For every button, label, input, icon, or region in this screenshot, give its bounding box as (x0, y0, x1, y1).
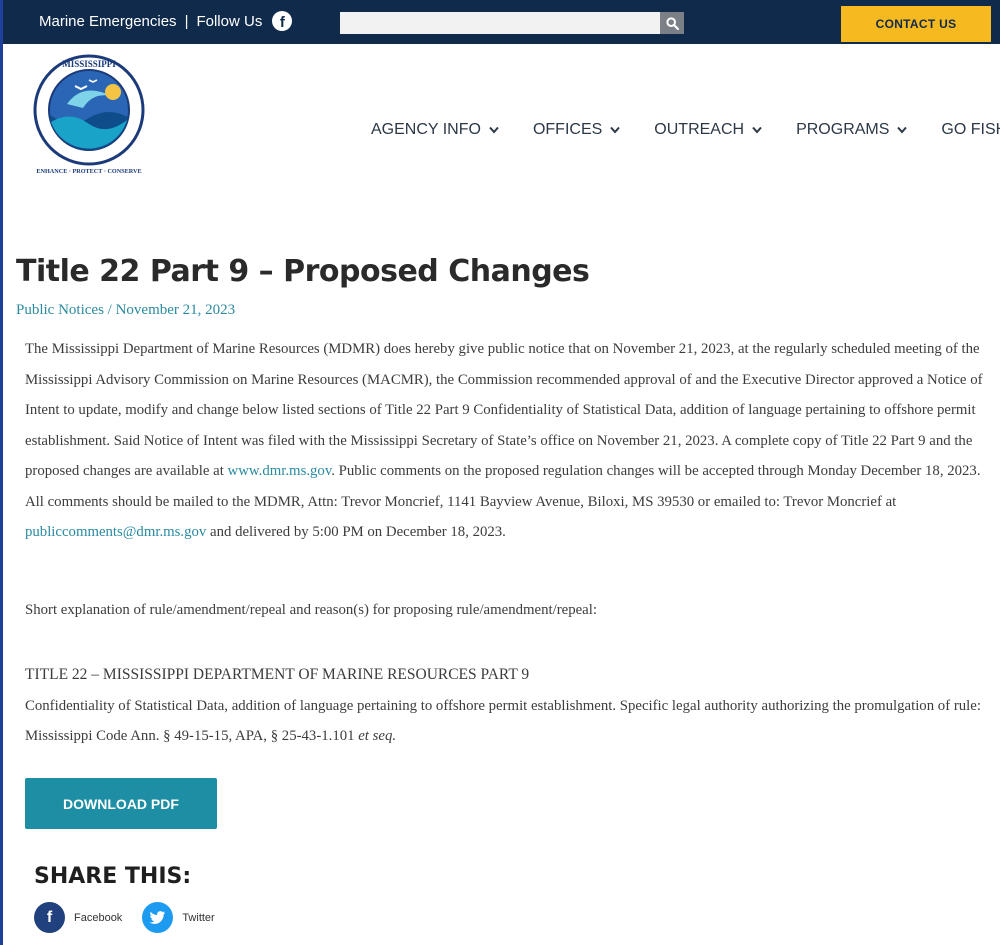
nav-label: PROGRAMS (796, 121, 890, 138)
separator: | (184, 12, 189, 30)
share-buttons: f Facebook Twitter (34, 902, 225, 933)
paragraph-text: The Mississippi Department of Marine Res… (25, 341, 983, 479)
nav-go-fishing[interactable]: GO FISHING (941, 121, 1000, 139)
dmr-website-link[interactable]: www.dmr.ms.gov (228, 463, 332, 479)
paragraph-text: and delivered by 5:00 PM on December 18,… (206, 524, 506, 540)
facebook-icon: f (34, 902, 65, 933)
rule-body: Confidentiality of Statistical Data, add… (25, 691, 993, 752)
meta-separator: / (103, 302, 116, 318)
category-link[interactable]: Public Notices (16, 302, 104, 318)
rule-text: Confidentiality of Statistical Data, add… (25, 697, 981, 745)
dmr-logo[interactable]: MISSISSIPPI ENHANCE · PROTECT · CONSERVE (23, 52, 163, 177)
nav-outreach[interactable]: OUTREACH (654, 121, 762, 139)
top-bar-left: Marine Emergencies | Follow Us f (39, 11, 293, 31)
top-bar: Marine Emergencies | Follow Us f CONTACT… (3, 0, 1000, 44)
search-button[interactable] (660, 12, 684, 34)
main-nav: AGENCY INFO OFFICES OUTREACH PROGRAMS GO… (371, 121, 1000, 139)
share-title: SHARE THIS: (34, 864, 192, 889)
page-title: Title 22 Part 9 – Proposed Changes (16, 254, 590, 289)
post-date[interactable]: November 21, 2023 (116, 302, 236, 318)
public-comments-email-link[interactable]: publiccomments@dmr.ms.gov (25, 524, 206, 540)
download-pdf-button[interactable]: DOWNLOAD PDF (25, 778, 217, 829)
nav-programs[interactable]: PROGRAMS (796, 121, 908, 139)
share-label: Facebook (74, 911, 123, 924)
nav-offices[interactable]: OFFICES (532, 121, 621, 139)
nav-label: OFFICES (532, 121, 603, 138)
share-label: Twitter (182, 911, 215, 924)
chevron-down-icon (610, 126, 621, 134)
search-icon (665, 16, 679, 30)
share-twitter-button[interactable]: Twitter (142, 902, 215, 933)
rule-title: TITLE 22 – MISSISSIPPI DEPARTMENT OF MAR… (25, 666, 530, 683)
logo-tagline: ENHANCE · PROTECT · CONSERVE (36, 168, 141, 175)
explanation-heading: Short explanation of rule/amendment/repe… (25, 602, 597, 618)
share-facebook-button[interactable]: f Facebook (34, 902, 122, 933)
chevron-down-icon (897, 126, 908, 134)
rule-description: TITLE 22 – MISSISSIPPI DEPARTMENT OF MAR… (25, 660, 993, 752)
twitter-icon (142, 902, 174, 933)
chevron-down-icon (489, 126, 499, 134)
notice-paragraph: The Mississippi Department of Marine Res… (25, 334, 993, 548)
chevron-down-icon (752, 126, 762, 134)
nav-agency-info[interactable]: AGENCY INFO (371, 121, 499, 139)
marine-emergencies-link[interactable]: Marine Emergencies (39, 13, 177, 30)
post-meta: Public Notices / November 21, 2023 (16, 302, 235, 319)
search-input[interactable] (340, 12, 660, 34)
follow-us-label: Follow Us (196, 12, 263, 30)
facebook-icon[interactable]: f (272, 11, 293, 31)
nav-label: AGENCY INFO (371, 121, 481, 138)
rule-em: et seq. (358, 728, 397, 744)
contact-us-button[interactable]: CONTACT US (841, 6, 991, 42)
page: Marine Emergencies | Follow Us f CONTACT… (3, 0, 1000, 945)
logo-top-text: MISSISSIPPI (62, 59, 116, 69)
search-bar (340, 12, 684, 34)
nav-label: OUTREACH (654, 121, 745, 138)
nav-label: GO FISHING (941, 121, 1000, 138)
